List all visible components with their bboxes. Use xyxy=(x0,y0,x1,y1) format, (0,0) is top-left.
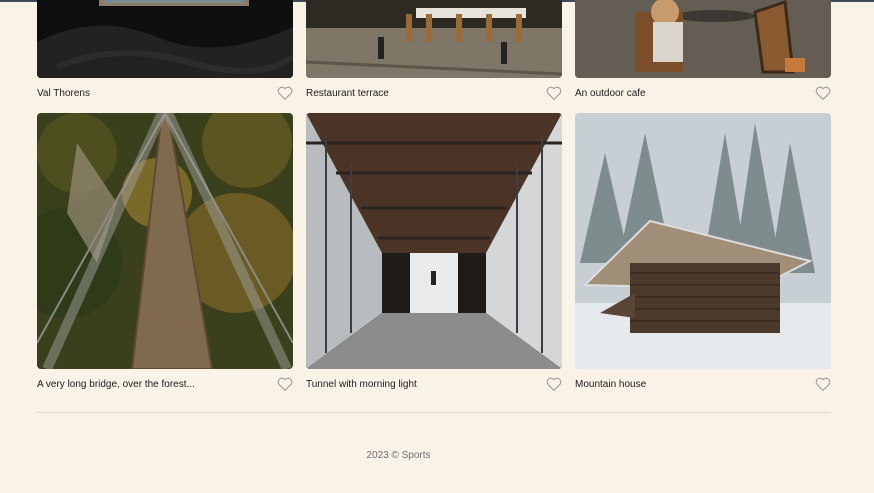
place-image[interactable] xyxy=(37,113,293,369)
heart-outline-icon[interactable] xyxy=(815,86,831,100)
place-card: An outdoor cafe xyxy=(575,0,831,106)
place-title: An outdoor cafe xyxy=(575,88,646,99)
place-image[interactable] xyxy=(37,0,293,78)
heart-outline-icon[interactable] xyxy=(546,377,562,391)
place-image[interactable] xyxy=(575,0,831,78)
place-image[interactable] xyxy=(306,113,562,369)
place-title: Restaurant terrace xyxy=(306,88,389,99)
place-card: Val Thorens xyxy=(37,0,293,106)
heart-outline-icon[interactable] xyxy=(277,86,293,100)
place-card: Restaurant terrace xyxy=(306,0,562,106)
heart-outline-icon[interactable] xyxy=(815,377,831,391)
heart-outline-icon[interactable] xyxy=(546,86,562,100)
place-title: A very long bridge, over the forest... xyxy=(37,379,195,390)
place-image[interactable] xyxy=(575,113,831,369)
place-title: Val Thorens xyxy=(37,88,90,99)
place-card: Tunnel with morning light xyxy=(306,113,562,397)
place-card: Mountain house xyxy=(575,113,831,397)
place-card: A very long bridge, over the forest... xyxy=(37,113,293,397)
heart-outline-icon[interactable] xyxy=(277,377,293,391)
footer-divider xyxy=(37,412,831,413)
footer-copyright: 2023 © Sports xyxy=(366,450,431,461)
place-title: Tunnel with morning light xyxy=(306,379,417,390)
place-title: Mountain house xyxy=(575,379,647,390)
place-image[interactable] xyxy=(306,0,562,78)
